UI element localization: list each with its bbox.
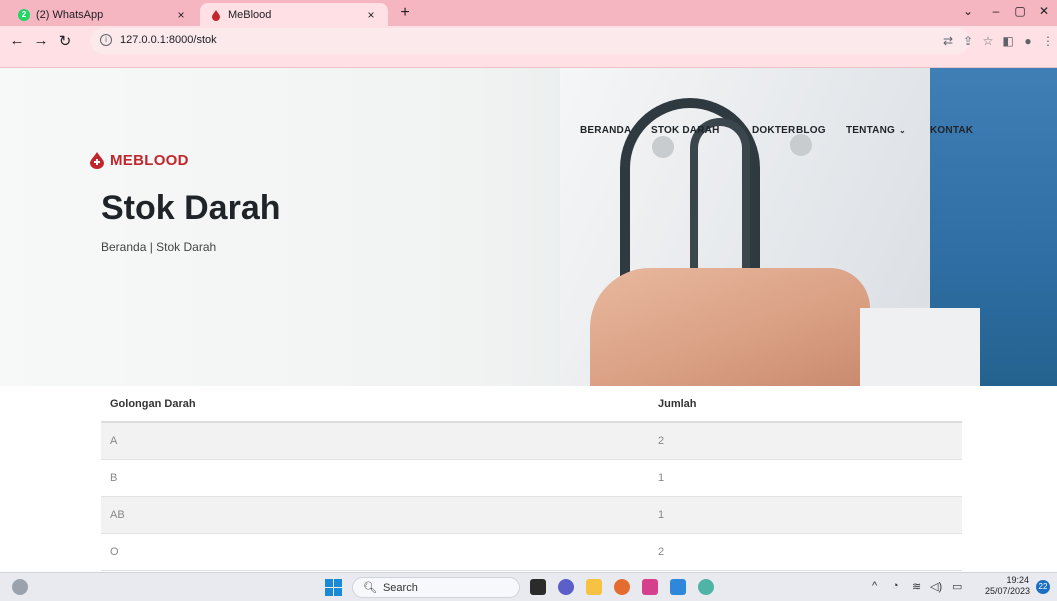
close-window-button[interactable]: ✕ <box>1034 4 1054 18</box>
tab-whatsapp[interactable]: 2 (2) WhatsApp × <box>8 3 198 26</box>
column-header-blood-type: Golongan Darah <box>110 397 196 410</box>
cell-blood-type: AB <box>110 509 125 521</box>
url-text: 127.0.0.1:8000/stok <box>120 34 217 46</box>
address-bar[interactable]: i 127.0.0.1:8000/stok <box>90 28 970 54</box>
file-explorer-icon[interactable] <box>586 579 602 595</box>
nav-beranda[interactable]: BERANDA <box>580 125 631 136</box>
chrome-browser-icon[interactable] <box>614 579 630 595</box>
tab-meblood[interactable]: MeBlood × <box>200 3 388 26</box>
table-row: A 2 <box>101 423 962 460</box>
whatsapp-icon: 2 <box>18 8 30 21</box>
restore-button[interactable]: ▢ <box>1010 4 1030 18</box>
cell-amount: 2 <box>658 546 665 558</box>
nav-label: TENTANG <box>846 125 895 136</box>
forward-arrow-icon[interactable]: → <box>32 32 50 49</box>
blood-stock-table: Golongan Darah Jumlah A 2 B 1 AB 1 O 2 <box>101 386 962 571</box>
bookmark-star-icon[interactable]: ☆ <box>980 34 996 48</box>
vscode-icon[interactable] <box>670 579 686 595</box>
nav-kontak[interactable]: KONTAK <box>930 125 973 136</box>
nav-blog[interactable]: BLOG <box>796 125 826 136</box>
hero-banner: MEBLOOD BERANDA STOK DARAH DOKTER BLOG T… <box>0 68 1057 386</box>
clock-date: 25/07/2023 <box>985 586 1031 596</box>
menu-kebab-icon[interactable]: ⋮ <box>1040 34 1056 48</box>
widgets-icon[interactable] <box>12 579 28 595</box>
column-header-amount: Jumlah <box>658 397 697 410</box>
reload-icon[interactable]: ↻ <box>56 32 74 50</box>
logo-text: MEBLOOD <box>110 151 189 169</box>
nav-stok-darah[interactable]: STOK DARAH <box>651 125 719 136</box>
side-panel-icon[interactable]: ◧ <box>1000 34 1016 48</box>
table-row: AB 1 <box>101 497 962 534</box>
blood-drop-logo-icon <box>90 152 104 169</box>
notification-badge[interactable]: 22 <box>1036 580 1050 594</box>
meblood-favicon-icon <box>212 9 220 21</box>
cell-amount: 1 <box>658 472 665 484</box>
share-icon[interactable]: ⇪ <box>960 34 976 48</box>
stethoscope-earpiece-image <box>652 136 674 158</box>
taskbar-search-input[interactable]: 🔍︎ Search <box>352 577 520 598</box>
cell-blood-type: A <box>110 435 118 447</box>
profile-avatar-icon[interactable]: ● <box>1020 34 1036 48</box>
tab-close-icon[interactable]: × <box>174 8 188 22</box>
site-logo[interactable]: MEBLOOD <box>88 151 189 169</box>
tab-search-dropdown-icon[interactable]: ⌄ <box>958 4 978 18</box>
tab-close-icon[interactable]: × <box>364 8 378 22</box>
cell-amount: 1 <box>658 509 665 521</box>
table-row: B 1 <box>101 460 962 497</box>
site-info-icon[interactable]: i <box>100 34 112 46</box>
cell-amount: 2 <box>658 435 665 447</box>
chevron-down-icon: ⌄ <box>899 126 906 135</box>
battery-icon[interactable]: ▭ <box>952 580 962 593</box>
browser-tab-bar: 2 (2) WhatsApp × MeBlood × + ⌄ – ▢ ✕ <box>0 0 1057 26</box>
nav-tentang[interactable]: TENTANG ⌄ <box>846 125 906 136</box>
edge-browser-icon[interactable] <box>698 579 714 595</box>
system-clock[interactable]: 19:24 25/07/2023 <box>985 575 1031 597</box>
app-tray-icon[interactable]: ◔ <box>892 580 899 592</box>
back-arrow-icon[interactable]: ← <box>8 32 26 49</box>
hand-image <box>590 268 870 386</box>
wifi-icon[interactable]: ≋ <box>912 580 921 593</box>
chevron-up-icon[interactable]: ^ <box>872 580 877 592</box>
clock-time: 19:24 <box>1006 575 1029 585</box>
task-view-icon[interactable] <box>530 579 546 595</box>
coat-cuff-image <box>860 308 980 386</box>
table-header-row: Golongan Darah Jumlah <box>101 386 962 423</box>
search-icon: 🔍︎ <box>363 582 377 594</box>
breadcrumb: Beranda | Stok Darah <box>101 240 217 254</box>
minimize-button[interactable]: – <box>986 4 1006 18</box>
cell-blood-type: B <box>110 472 118 484</box>
windows-taskbar: 🔍︎ Search ^ ◔ ≋ ◁) ▭ 19:24 25/07/2023 22 <box>0 572 1057 601</box>
tab-title: (2) WhatsApp <box>36 8 104 21</box>
app-icon[interactable] <box>642 579 658 595</box>
stethoscope-earpiece-image <box>790 134 812 156</box>
browser-toolbar: ← → ↻ i 127.0.0.1:8000/stok ⇄ ⇪ ☆ ◧ ● ⋮ <box>0 26 1057 68</box>
new-tab-button[interactable]: + <box>396 4 414 22</box>
teams-chat-icon[interactable] <box>558 579 574 595</box>
table-row: O 2 <box>101 534 962 571</box>
volume-icon[interactable]: ◁) <box>930 580 942 593</box>
cell-blood-type: O <box>110 546 119 558</box>
translate-icon[interactable]: ⇄ <box>940 34 956 48</box>
nav-dokter[interactable]: DOKTER <box>752 125 795 136</box>
search-label: Search <box>382 581 418 594</box>
page-title: Stok Darah <box>101 189 281 227</box>
windows-start-icon[interactable] <box>325 579 342 596</box>
tab-title: MeBlood <box>228 8 272 21</box>
